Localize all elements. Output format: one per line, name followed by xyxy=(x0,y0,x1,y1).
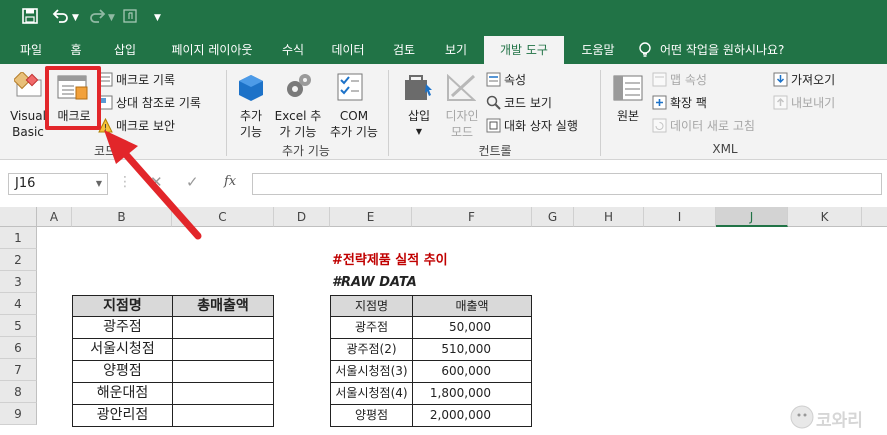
watermark: 코와리 xyxy=(790,402,884,432)
annotation-arrow xyxy=(104,130,202,240)
watermark-text: 코와리 xyxy=(816,411,863,431)
